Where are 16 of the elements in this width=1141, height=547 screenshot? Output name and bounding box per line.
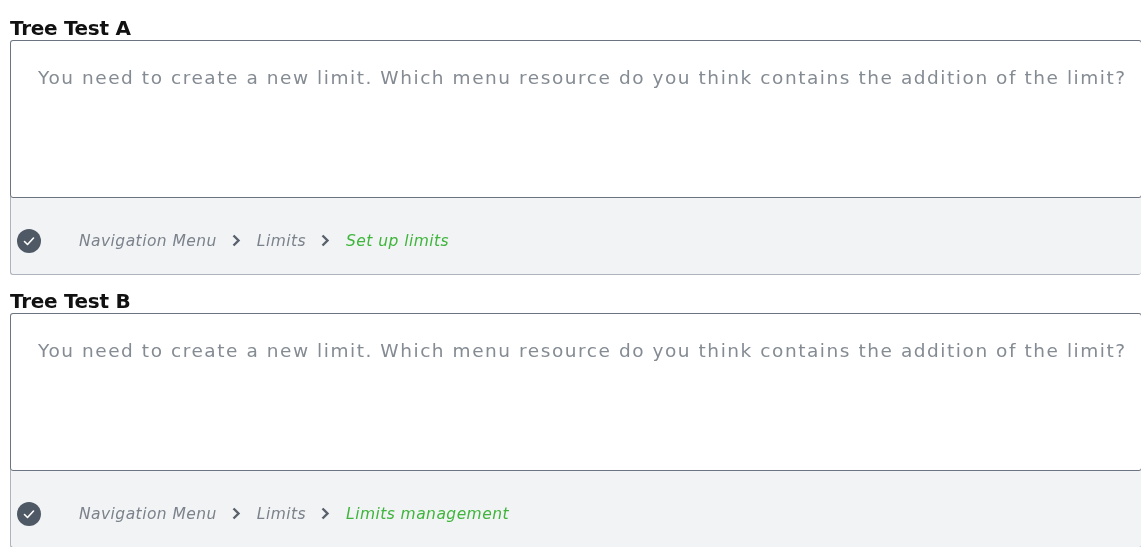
question-text: You need to create a new limit. Which menu resource do you think contains the addition of the limit? [38,340,1127,361]
chevron-right-icon [321,507,331,520]
breadcrumb-item: Set up limits [346,231,450,250]
check-circle-icon [17,228,41,253]
chevron-right-icon [321,234,331,247]
section-heading: Tree Test A [10,15,132,40]
section-heading: Tree Test B [10,288,132,313]
chevron-right-icon [231,507,241,520]
question-text: You need to create a new limit. Which menu resource do you think contains the addition of the limit? [38,67,1127,88]
breadcrumb-item: Limits management [346,504,509,523]
breadcrumb-item: Limits [256,504,307,523]
breadcrumb-item: Limits [256,231,307,250]
breadcrumb-item: Navigation Menu [79,231,217,250]
chevron-right-icon [231,234,241,247]
check-circle-icon [17,501,41,526]
breadcrumb-item: Navigation Menu [79,504,217,523]
